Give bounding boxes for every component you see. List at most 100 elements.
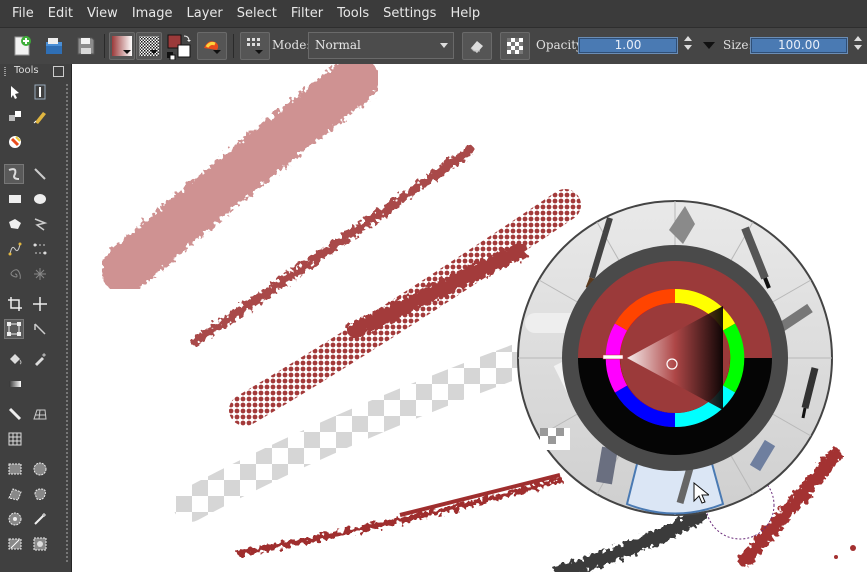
pattern-brush-icon (9, 136, 21, 148)
new-document-icon (14, 36, 31, 56)
gradient-icon (112, 36, 132, 56)
gradient-tool[interactable] (5, 374, 25, 394)
measure-tool[interactable] (30, 319, 50, 339)
opacity-slider[interactable]: 1.00 (578, 37, 678, 54)
rectangular-selection-tool[interactable] (5, 459, 25, 479)
tools-panel-title: Tools (14, 65, 39, 76)
calligraphy-tool[interactable] (30, 107, 50, 127)
menu-bar: File Edit View Image Layer Select Filter… (0, 0, 867, 27)
contiguous-selection-tool[interactable] (5, 509, 25, 529)
polyline-tool[interactable] (30, 214, 50, 234)
mode-label: Mode: (272, 38, 311, 52)
similar-selection-tool[interactable] (30, 534, 50, 554)
rect-select-icon (8, 463, 22, 475)
rectangle-tool[interactable] (5, 189, 25, 209)
menu-settings[interactable]: Settings (376, 0, 443, 27)
menu-image[interactable]: Image (125, 0, 180, 27)
size-slider[interactable]: 100.00 (750, 37, 848, 54)
perspective-grid-tool[interactable] (30, 404, 50, 424)
main-toolbar: Mode: Normal Opacity: 1.00 Size: 100.00 (0, 27, 867, 65)
grid-icon (247, 38, 263, 54)
pixel-brush-icon (9, 111, 21, 121)
blend-mode-select[interactable]: Normal (308, 32, 454, 59)
size-spinner[interactable] (852, 34, 864, 56)
drawing-canvas[interactable] (72, 64, 867, 572)
color-swatches[interactable] (164, 32, 194, 60)
menu-select[interactable]: Select (230, 0, 284, 27)
brush-preset-icon (204, 41, 221, 54)
elliptical-selection-tool[interactable] (30, 459, 50, 479)
bezier-select-icon (8, 538, 22, 550)
rectangle-icon (9, 195, 21, 203)
magic-wand-tool[interactable] (30, 509, 50, 529)
eyedropper-icon (35, 352, 47, 366)
opacity-menu-arrow-icon[interactable] (703, 42, 715, 49)
similar-select-icon (33, 537, 47, 551)
polygonal-selection-tool[interactable] (5, 484, 25, 504)
alpha-lock-button[interactable] (500, 32, 530, 60)
magic-wand-icon (34, 513, 46, 525)
line-icon (34, 168, 46, 180)
menu-filter[interactable]: Filter (284, 0, 330, 27)
perspective-grid-icon (33, 409, 47, 420)
ellipse-select-icon (33, 462, 47, 476)
bucket-icon (10, 354, 22, 365)
grid-tool[interactable] (5, 429, 25, 449)
freehand-selection-tool[interactable] (30, 484, 50, 504)
menu-layer[interactable]: Layer (180, 0, 230, 27)
freehand-brush-tool[interactable] (4, 164, 24, 184)
polygon-tool[interactable] (5, 214, 25, 234)
dynamic-brush-tool[interactable] (5, 264, 25, 284)
freehand-path-tool[interactable] (30, 239, 50, 259)
multibrush-tool[interactable] (5, 132, 25, 152)
lasso-select-icon (34, 488, 46, 500)
bezier-selection-tool[interactable] (5, 534, 25, 554)
fill-bucket-tool[interactable] (5, 349, 25, 369)
ellipse-icon (34, 194, 46, 204)
assistant-icon (8, 407, 22, 421)
text-tool[interactable] (30, 82, 50, 102)
pen-icon (33, 112, 46, 124)
popup-palette-wheel (517, 200, 833, 516)
star-brush-icon (34, 268, 46, 280)
tools-panel-header: Tools (0, 64, 71, 79)
popup-palette[interactable] (515, 198, 835, 518)
opacity-spinner[interactable] (682, 34, 694, 56)
pattern-icon (139, 36, 159, 56)
crop-tool[interactable] (5, 294, 25, 314)
move-tool[interactable] (30, 294, 50, 314)
color-picker-tool[interactable] (30, 349, 50, 369)
alpha-lock-icon (507, 38, 523, 54)
workspace-button[interactable] (240, 32, 270, 60)
tools-panel: Tools (0, 64, 72, 572)
eraser-mode-button[interactable] (462, 32, 492, 60)
size-label: Size: (723, 38, 753, 52)
open-icon (46, 38, 62, 54)
fill-tool[interactable] (5, 107, 25, 127)
line-tool[interactable] (30, 164, 50, 184)
open-document-button[interactable] (40, 32, 68, 60)
gradient-button[interactable] (109, 32, 135, 60)
mouse-cursor-icon (693, 482, 709, 504)
pattern-button[interactable] (136, 32, 162, 60)
pointer-icon (11, 86, 19, 99)
grid-tool-icon (8, 432, 22, 446)
menu-file[interactable]: File (0, 0, 41, 27)
save-button[interactable] (72, 32, 100, 60)
assistant-tool[interactable] (5, 404, 25, 424)
select-shapes-tool[interactable] (5, 82, 25, 102)
transform-icon (7, 322, 21, 336)
new-document-button[interactable] (8, 32, 36, 60)
menu-help[interactable]: Help (443, 0, 487, 27)
bezier-tool[interactable] (5, 239, 25, 259)
multi-brush-tool[interactable] (30, 264, 50, 284)
float-panel-icon[interactable] (53, 66, 64, 77)
menu-edit[interactable]: Edit (41, 0, 80, 27)
brush-preset-button[interactable] (197, 32, 227, 60)
panel-resize-handle[interactable] (66, 84, 68, 564)
transform-tool[interactable] (4, 319, 24, 339)
menu-tools[interactable]: Tools (330, 0, 376, 27)
bezier-icon (8, 242, 22, 256)
menu-view[interactable]: View (80, 0, 125, 27)
ellipse-tool[interactable] (30, 189, 50, 209)
